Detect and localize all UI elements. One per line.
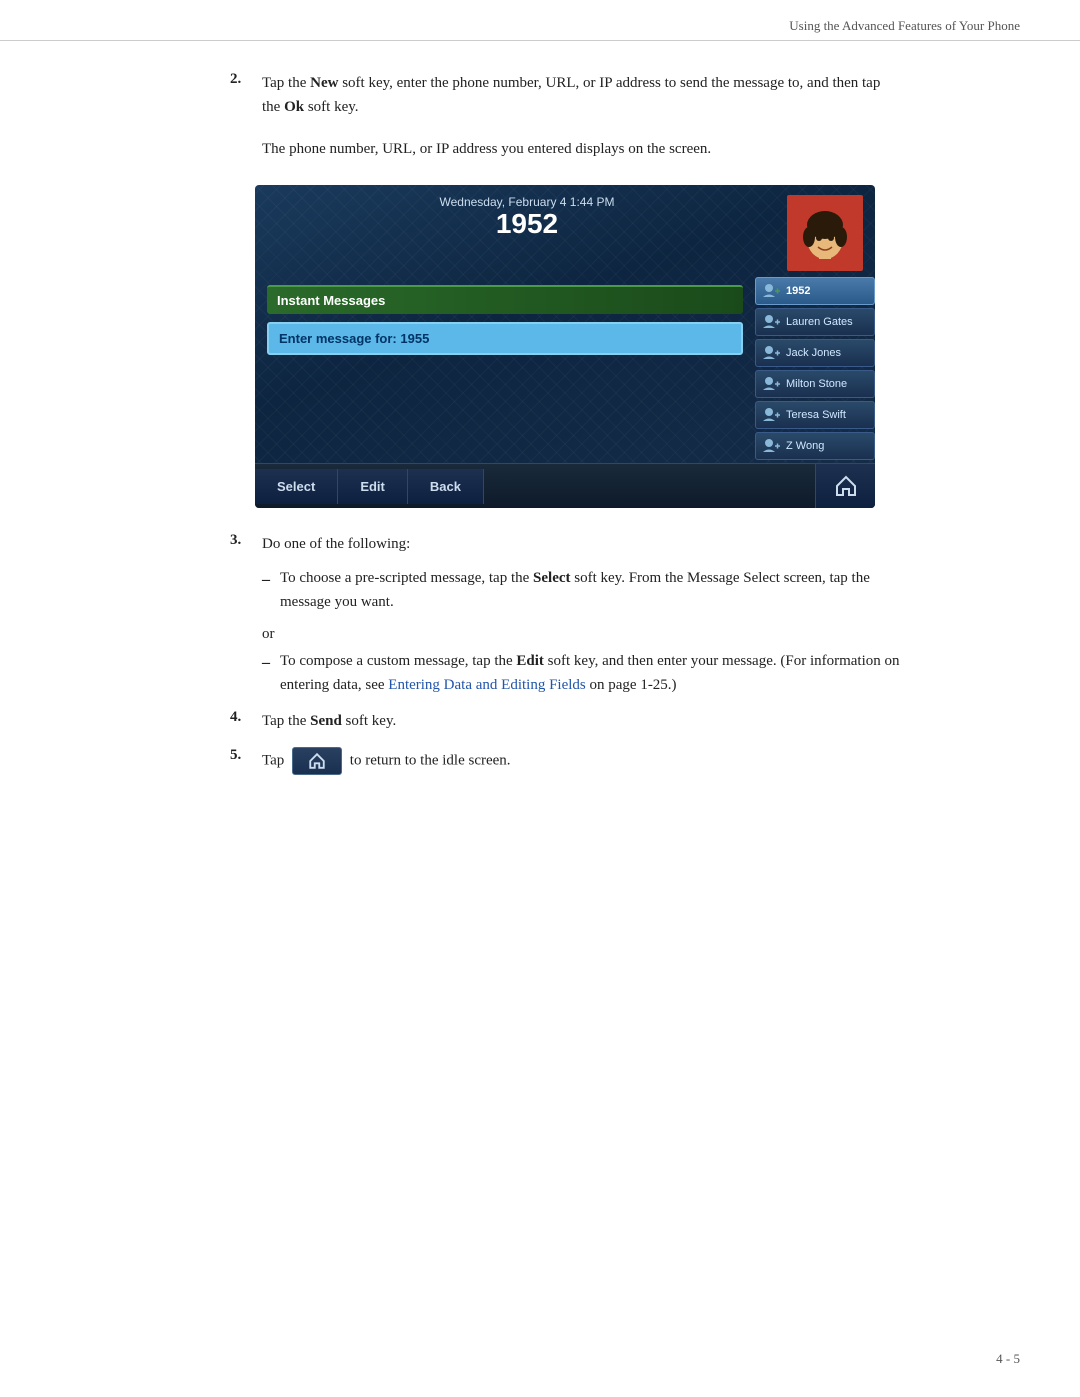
contact-icon-1952: [762, 283, 782, 299]
message-input-display: Enter message for: 1955: [267, 322, 743, 355]
bullet-2-dash: –: [262, 650, 270, 697]
phone-ext: 1952: [267, 209, 787, 240]
phone-screen: Wednesday, February 4 1:44 PM 1952: [255, 185, 875, 508]
bullet-1-text: To choose a pre-scripted message, tap th…: [280, 566, 900, 614]
entering-data-link[interactable]: Entering Data and Editing Fields: [388, 677, 585, 693]
contact-milton-stone[interactable]: Milton Stone: [755, 370, 875, 398]
contact-1952[interactable]: 1952: [755, 277, 875, 305]
soft-key-group: Select Edit Back: [255, 469, 484, 504]
home-icon: [834, 474, 858, 498]
step-4-text: Tap the Send soft key.: [262, 709, 396, 733]
avatar-box: [787, 195, 863, 271]
contact-list: 1952 Lauren Gates Ja: [755, 277, 875, 463]
contact-icon-milton: [762, 376, 782, 392]
avatar-image: [787, 195, 863, 271]
contact-name-jack: Jack Jones: [786, 347, 841, 359]
main-content: 2. Tap the New soft key, enter the phone…: [0, 41, 1080, 819]
back-softkey[interactable]: Back: [408, 469, 484, 504]
step-3-block: 3. Do one of the following: – To choose …: [230, 532, 900, 697]
step-2-subtext: The phone number, URL, or IP address you…: [262, 137, 900, 161]
contact-jack-jones[interactable]: Jack Jones: [755, 339, 875, 367]
phone-date: Wednesday, February 4 1:44 PM: [267, 195, 787, 209]
step-5-number: 5.: [230, 747, 250, 764]
contact-name-1952: 1952: [786, 285, 810, 297]
step-3-number: 3.: [230, 532, 250, 556]
or-text: or: [262, 626, 900, 643]
select-softkey[interactable]: Select: [255, 469, 338, 504]
step-2-text: Tap the New soft key, enter the phone nu…: [262, 71, 900, 119]
step-4-block: 4. Tap the Send soft key.: [230, 709, 900, 733]
page-header: Using the Advanced Features of Your Phon…: [0, 0, 1080, 41]
step-2-number: 2.: [230, 71, 250, 119]
phone-left-panel: Instant Messages Enter message for: 1955: [255, 277, 755, 463]
step-2-block: 2. Tap the New soft key, enter the phone…: [230, 71, 900, 119]
home-button[interactable]: [815, 464, 875, 508]
edit-bold: Edit: [516, 653, 544, 669]
step-5-text: Tap to return to the idle screen.: [262, 747, 511, 775]
phone-body: Instant Messages Enter message for: 1955…: [255, 277, 875, 463]
contact-name-milton: Milton Stone: [786, 378, 847, 390]
step-4-number: 4.: [230, 709, 250, 726]
bullet-2-text: To compose a custom message, tap the Edi…: [280, 649, 900, 697]
step-3-header: 3. Do one of the following:: [230, 532, 900, 556]
contact-name-teresa: Teresa Swift: [786, 409, 846, 421]
page-number: 4 - 5: [996, 1351, 1020, 1367]
phone-bottom-bar: Select Edit Back: [255, 463, 875, 508]
step-3-text: Do one of the following:: [262, 532, 410, 556]
contact-icon-teresa: [762, 407, 782, 423]
step-5-block: 5. Tap to return to the idle screen.: [230, 747, 900, 775]
instant-messages-bar: Instant Messages: [267, 285, 743, 314]
contact-icon-jack: [762, 345, 782, 361]
contact-icon-lauren: [762, 314, 782, 330]
contact-lauren-gates[interactable]: Lauren Gates: [755, 308, 875, 336]
contact-z-wong[interactable]: Z Wong: [755, 432, 875, 460]
contact-name-lauren: Lauren Gates: [786, 316, 853, 328]
select-bold: Select: [533, 570, 570, 586]
edit-softkey[interactable]: Edit: [338, 469, 408, 504]
ok-bold: Ok: [284, 99, 304, 115]
new-bold: New: [310, 75, 338, 91]
bullet-1: – To choose a pre-scripted message, tap …: [262, 566, 900, 614]
contact-teresa-swift[interactable]: Teresa Swift: [755, 401, 875, 429]
phone-header: Wednesday, February 4 1:44 PM 1952: [255, 185, 875, 277]
bullet-1-dash: –: [262, 567, 270, 614]
header-title: Using the Advanced Features of Your Phon…: [789, 18, 1020, 34]
contact-name-wong: Z Wong: [786, 440, 824, 452]
inline-home-button[interactable]: [292, 747, 342, 775]
phone-datetime-area: Wednesday, February 4 1:44 PM 1952: [267, 195, 787, 240]
bullet-2: – To compose a custom message, tap the E…: [262, 649, 900, 697]
contact-icon-wong: [762, 438, 782, 454]
inline-home-icon: [308, 752, 326, 770]
send-bold: Send: [310, 713, 342, 729]
